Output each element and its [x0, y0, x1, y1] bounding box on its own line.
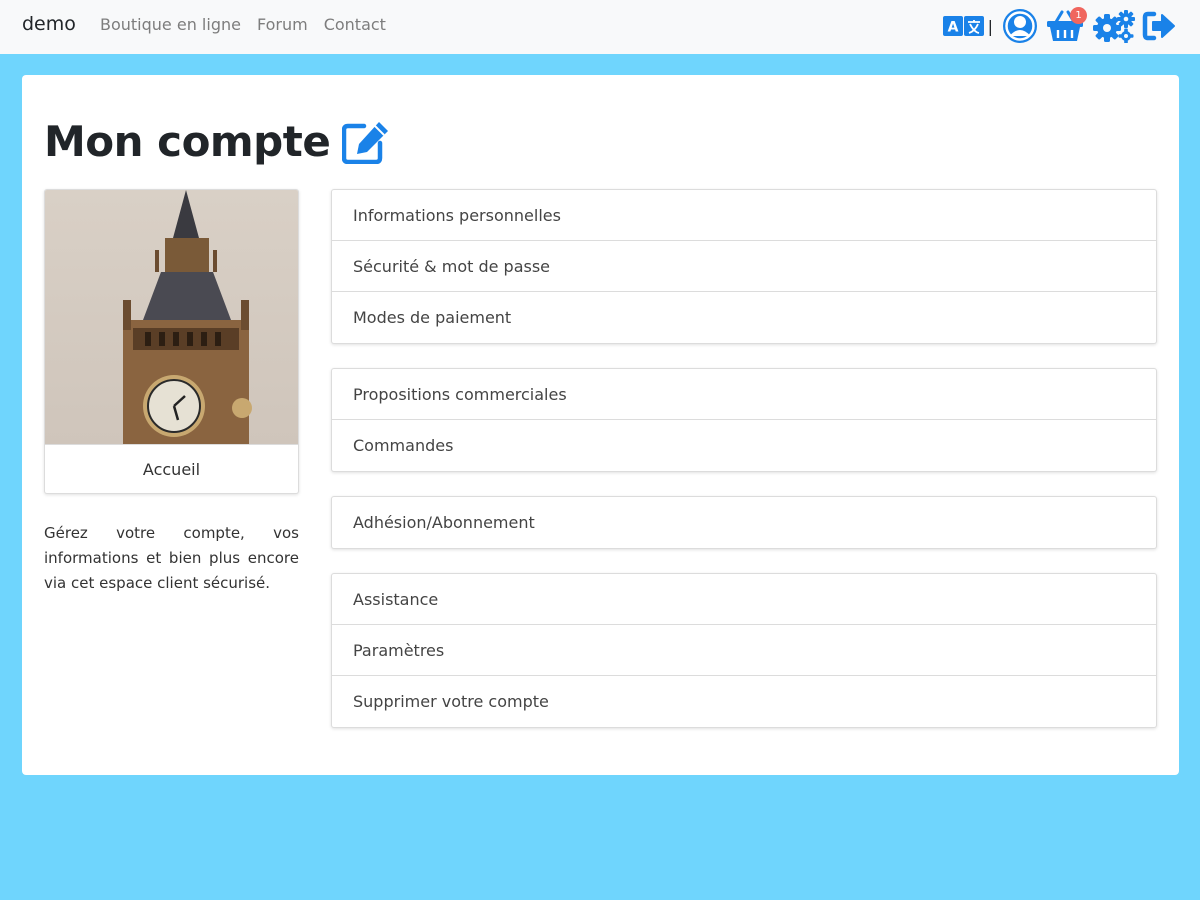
logout-icon[interactable] [1142, 11, 1176, 41]
menu-item-delete-account[interactable]: Supprimer votre compte [332, 676, 1156, 727]
profile-caption-home[interactable]: Accueil [45, 444, 298, 493]
nav-link-forum[interactable]: Forum [257, 15, 308, 34]
menu-item-membership[interactable]: Adhésion/Abonnement [332, 497, 1156, 548]
list-group-profile: Informations personnelles Sécurité & mot… [331, 189, 1157, 344]
top-navbar: demo Boutique en ligne Forum Contact A | [0, 0, 1200, 54]
menu-item-settings[interactable]: Paramètres [332, 625, 1156, 676]
list-group-support: Assistance Paramètres Supprimer votre co… [331, 573, 1157, 728]
nav-links: Boutique en ligne Forum Contact [100, 15, 402, 34]
edit-icon[interactable] [342, 120, 390, 164]
account-description: Gérez votre compte, vos informations et … [44, 524, 299, 592]
menu-item-support[interactable]: Assistance [332, 574, 1156, 625]
nav-separator: | [987, 16, 993, 36]
cart-count-badge: 1 [1070, 7, 1087, 24]
page-title-text: Mon compte [44, 117, 331, 166]
menu-item-payment-methods[interactable]: Modes de paiement [332, 292, 1156, 343]
list-group-commerce: Propositions commerciales Commandes [331, 368, 1157, 472]
account-card: Mon compte Accueil Gérez votre compte, v… [22, 75, 1179, 775]
translate-icon[interactable]: A [942, 15, 985, 37]
user-icon[interactable] [1003, 9, 1037, 43]
menu-item-orders[interactable]: Commandes [332, 420, 1156, 471]
profile-image-big-ben [45, 190, 298, 444]
menu-item-proposals[interactable]: Propositions commerciales [332, 369, 1156, 420]
menu-item-security[interactable]: Sécurité & mot de passe [332, 241, 1156, 292]
menu-item-personal-info[interactable]: Informations personnelles [332, 190, 1156, 241]
gears-icon[interactable] [1092, 9, 1136, 43]
nav-link-contact[interactable]: Contact [324, 15, 386, 34]
svg-text:A: A [947, 20, 958, 36]
nav-icons: A | 1 [942, 7, 1176, 45]
page-title: Mon compte [44, 117, 390, 166]
basket-icon[interactable]: 1 [1046, 7, 1087, 42]
profile-card[interactable]: Accueil [44, 189, 299, 494]
list-group-membership: Adhésion/Abonnement [331, 496, 1157, 549]
brand-logo[interactable]: demo [22, 13, 76, 35]
nav-link-boutique[interactable]: Boutique en ligne [100, 15, 241, 34]
